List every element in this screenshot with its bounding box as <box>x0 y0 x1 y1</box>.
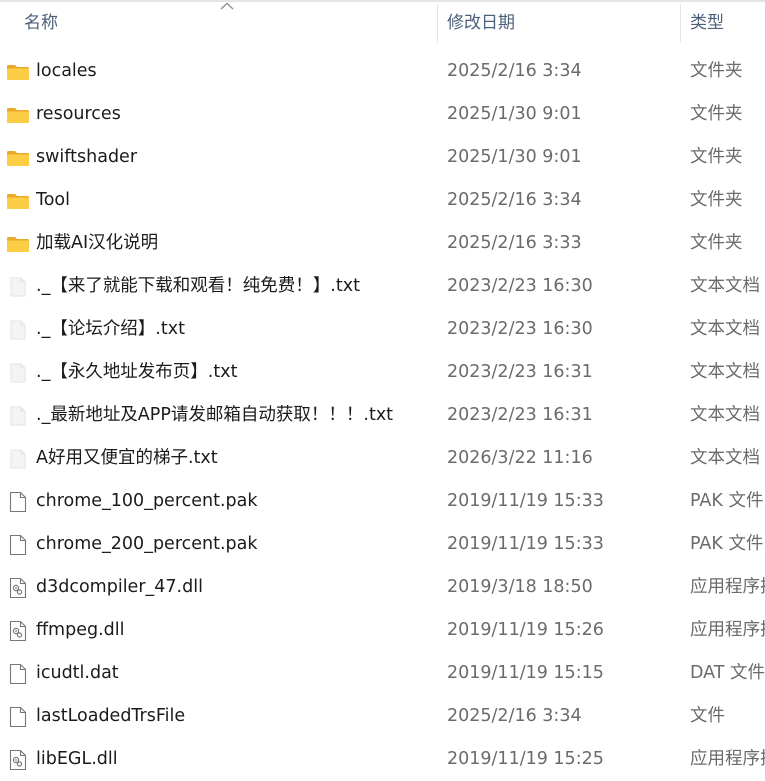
folder-icon <box>6 189 30 213</box>
file-type: 文件夹 <box>690 61 743 81</box>
file-type: 文件夹 <box>690 147 743 167</box>
file-type: 文本文档 <box>690 319 760 339</box>
file-type: PAK 文件 <box>690 534 764 554</box>
column-header-name[interactable]: 名称 <box>0 0 436 43</box>
file-name[interactable]: resources <box>36 93 121 136</box>
file-date-modified: 2023/2/23 16:31 <box>447 405 593 425</box>
file-date-modified: 2023/2/23 16:30 <box>447 319 593 339</box>
column-header-type[interactable]: 类型 <box>681 0 765 43</box>
file-date-modified: 2025/1/30 9:01 <box>447 104 582 124</box>
file-name[interactable]: 加载AI汉化说明 <box>36 222 158 265</box>
file-name[interactable]: locales <box>36 50 97 93</box>
file-row[interactable]: ._【论坛介绍】.txt 2023/2/23 16:30 文本文档 <box>0 308 765 351</box>
file-date-modified: 2025/2/16 3:33 <box>447 233 582 253</box>
file-row[interactable]: swiftshader 2025/1/30 9:01 文件夹 <box>0 136 765 179</box>
file-name[interactable]: ._【来了就能下载和观看！纯免费！】.txt <box>36 265 360 308</box>
folder-icon <box>6 103 30 127</box>
file-name[interactable]: Tool <box>36 179 70 222</box>
file-date-modified: 2019/11/19 15:25 <box>447 749 604 769</box>
file-type: 文本文档 <box>690 448 760 468</box>
file-type: 应用程序扩展 <box>690 577 765 597</box>
file-icon <box>6 662 30 686</box>
column-header-bar: 名称 修改日期 类型 <box>0 0 765 43</box>
file-type: 应用程序扩展 <box>690 749 765 769</box>
file-row[interactable]: locales 2025/2/16 3:34 文件夹 <box>0 50 765 93</box>
file-type: 文件 <box>690 706 725 726</box>
file-date-modified: 2019/11/19 15:15 <box>447 663 604 683</box>
file-row[interactable]: d3dcompiler_47.dll 2019/3/18 18:50 应用程序扩展 <box>0 566 765 609</box>
file-name[interactable]: A好用又便宜的梯子.txt <box>36 437 218 480</box>
file-row[interactable]: chrome_200_percent.pak 2019/11/19 15:33 PA… <box>0 523 765 566</box>
column-header-date-modified[interactable]: 修改日期 <box>438 0 680 43</box>
file-row[interactable]: Tool 2025/2/16 3:34 文件夹 <box>0 179 765 222</box>
file-type: 文件夹 <box>690 233 743 253</box>
file-date-modified: 2019/11/19 15:33 <box>447 491 604 511</box>
file-type: 文本文档 <box>690 362 760 382</box>
file-type: 文件夹 <box>690 190 743 210</box>
dll-icon <box>6 576 30 600</box>
file-date-modified: 2025/2/16 3:34 <box>447 61 582 81</box>
file-date-modified: 2025/2/16 3:34 <box>447 190 582 210</box>
folder-icon <box>6 60 30 84</box>
file-icon <box>6 705 30 729</box>
file-name[interactable]: ffmpeg.dll <box>36 609 124 652</box>
file-name[interactable]: d3dcompiler_47.dll <box>36 566 203 609</box>
text-file-icon <box>6 361 30 385</box>
file-name[interactable]: swiftshader <box>36 136 137 179</box>
file-date-modified: 2023/2/23 16:30 <box>447 276 593 296</box>
file-name[interactable]: lastLoadedTrsFile <box>36 695 185 738</box>
file-row[interactable]: A好用又便宜的梯子.txt 2026/3/22 11:16 文本文档 <box>0 437 765 480</box>
file-date-modified: 2025/2/16 3:34 <box>447 706 582 726</box>
file-date-modified: 2025/1/30 9:01 <box>447 147 582 167</box>
file-date-modified: 2023/2/23 16:31 <box>447 362 593 382</box>
file-row[interactable]: lastLoadedTrsFile 2025/2/16 3:34 文件 <box>0 695 765 738</box>
file-name[interactable]: ._最新地址及APP请发邮箱自动获取！！！.txt <box>36 394 393 437</box>
file-type: PAK 文件 <box>690 491 764 511</box>
file-name[interactable]: icudtl.dat <box>36 652 119 695</box>
file-name[interactable]: libEGL.dll <box>36 738 118 781</box>
file-row[interactable]: ._最新地址及APP请发邮箱自动获取！！！.txt 2023/2/23 16:31… <box>0 394 765 437</box>
folder-icon <box>6 232 30 256</box>
file-icon <box>6 490 30 514</box>
text-file-icon <box>6 318 30 342</box>
text-file-icon <box>6 447 30 471</box>
file-row[interactable]: icudtl.dat 2019/11/19 15:15 DAT 文件 <box>0 652 765 695</box>
file-name[interactable]: ._【永久地址发布页】.txt <box>36 351 237 394</box>
file-date-modified: 2019/11/19 15:33 <box>447 534 604 554</box>
file-name[interactable]: chrome_100_percent.pak <box>36 480 258 523</box>
file-date-modified: 2019/11/19 15:26 <box>447 620 604 640</box>
folder-icon <box>6 146 30 170</box>
dll-icon <box>6 619 30 643</box>
file-type: 文本文档 <box>690 405 760 425</box>
file-row[interactable]: ffmpeg.dll 2019/11/19 15:26 应用程序扩展 <box>0 609 765 652</box>
file-row[interactable]: chrome_100_percent.pak 2019/11/19 15:33 PA… <box>0 480 765 523</box>
file-type: 文件夹 <box>690 104 743 124</box>
file-row[interactable]: ._【来了就能下载和观看！纯免费！】.txt 2023/2/23 16:30 文本文… <box>0 265 765 308</box>
file-name[interactable]: chrome_200_percent.pak <box>36 523 258 566</box>
file-row[interactable]: libEGL.dll 2019/11/19 15:25 应用程序扩展 <box>0 738 765 781</box>
file-row[interactable]: resources 2025/1/30 9:01 文件夹 <box>0 93 765 136</box>
file-type: 文本文档 <box>690 276 760 296</box>
text-file-icon <box>6 404 30 428</box>
file-date-modified: 2019/3/18 18:50 <box>447 577 593 597</box>
dll-icon <box>6 748 30 772</box>
file-icon <box>6 533 30 557</box>
file-type: 应用程序扩展 <box>690 620 765 640</box>
file-row[interactable]: 加载AI汉化说明 2025/2/16 3:33 文件夹 <box>0 222 765 265</box>
file-name[interactable]: ._【论坛介绍】.txt <box>36 308 185 351</box>
file-type: DAT 文件 <box>690 663 765 683</box>
file-row[interactable]: ._【永久地址发布页】.txt 2023/2/23 16:31 文本文档 <box>0 351 765 394</box>
file-date-modified: 2026/3/22 11:16 <box>447 448 593 468</box>
text-file-icon <box>6 275 30 299</box>
